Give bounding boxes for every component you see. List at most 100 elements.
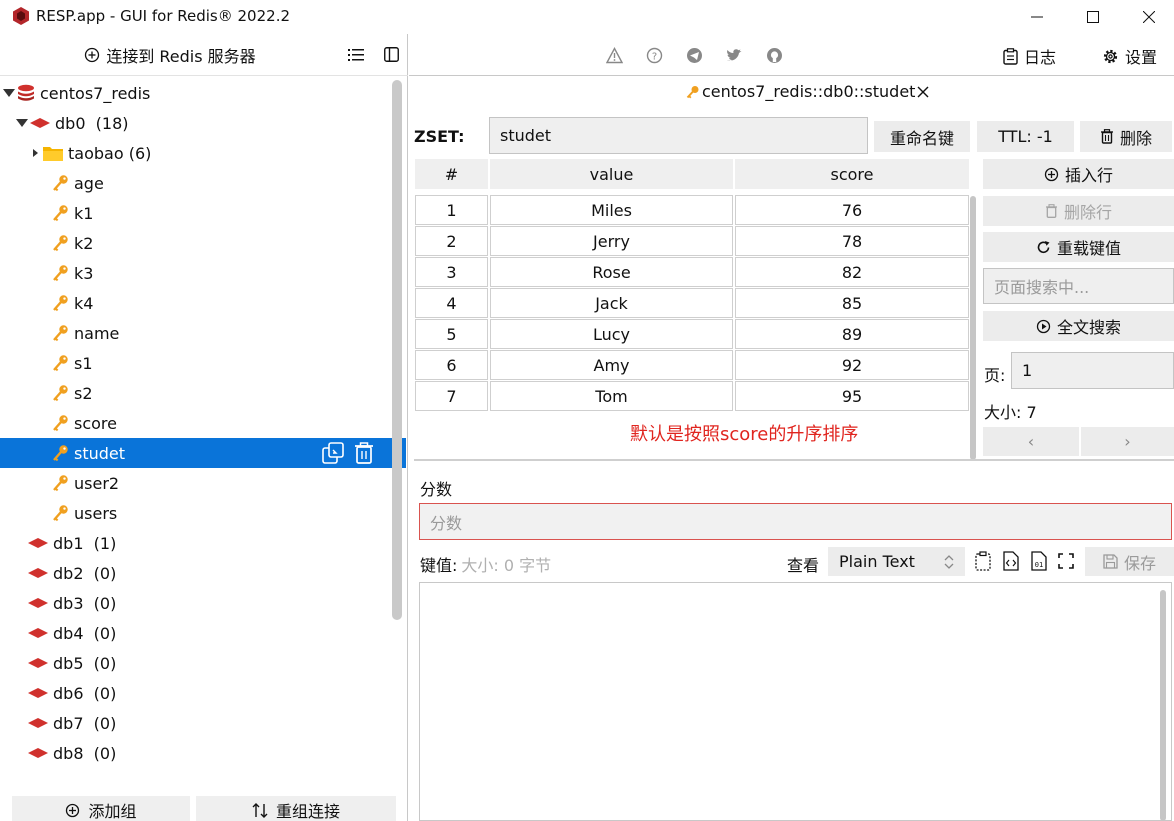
connect-redis-label: 连接到 Redis 服务器 bbox=[106, 47, 256, 66]
main-toolbar: ? 日志 设置 bbox=[409, 34, 1174, 76]
reload-key-button[interactable]: 重载键值 bbox=[983, 232, 1174, 262]
fulltext-search-button[interactable]: 全文搜索 bbox=[983, 311, 1174, 341]
key-icon bbox=[52, 474, 70, 492]
binary-file-icon[interactable]: 01 bbox=[1031, 551, 1047, 571]
tree-db-item[interactable]: db4 (0) bbox=[0, 618, 406, 648]
page-number-input[interactable]: 1 bbox=[1011, 352, 1174, 389]
ttl-button[interactable]: TTL: -1 bbox=[977, 121, 1074, 152]
tree-key-item[interactable]: k1 bbox=[0, 198, 406, 228]
help-icon[interactable]: ? bbox=[646, 47, 663, 64]
key-tab[interactable]: centos7_redis::db0::studet bbox=[686, 82, 929, 101]
tree-key-item[interactable]: users bbox=[0, 498, 406, 528]
close-window-button[interactable] bbox=[1126, 0, 1172, 34]
collapse-arrow-icon[interactable] bbox=[2, 88, 16, 98]
collapse-arrow-icon[interactable] bbox=[15, 118, 29, 128]
warning-icon[interactable] bbox=[606, 47, 623, 64]
tree-key-item[interactable]: k4 bbox=[0, 288, 406, 318]
connections-toolbar: 连接到 Redis 服务器 bbox=[0, 34, 408, 76]
expand-arrow-icon[interactable] bbox=[28, 148, 42, 158]
tree-key-item[interactable]: name bbox=[0, 318, 406, 348]
tree-key-item[interactable]: age bbox=[0, 168, 406, 198]
add-group-label: 添加组 bbox=[88, 802, 137, 821]
code-file-icon[interactable] bbox=[1003, 551, 1019, 571]
key-icon bbox=[52, 174, 70, 192]
tree-key-item[interactable]: s2 bbox=[0, 378, 406, 408]
key-name-value: studet bbox=[500, 126, 552, 145]
tree-key-item[interactable]: user2 bbox=[0, 468, 406, 498]
tree-item-label: score bbox=[74, 413, 117, 433]
table-scrollbar[interactable] bbox=[970, 196, 976, 460]
prev-page-button[interactable]: ‹ bbox=[983, 427, 1079, 456]
key-name-input[interactable]: studet bbox=[489, 117, 868, 154]
tree-item-label: centos7_redis bbox=[40, 83, 151, 103]
rename-key-button[interactable]: 重命名键 bbox=[874, 121, 970, 152]
tree-item-label: name bbox=[74, 323, 120, 343]
tree-item-label: db0 (18) bbox=[55, 113, 129, 133]
tree-key-item[interactable]: k3 bbox=[0, 258, 406, 288]
window-title: RESP.app - GUI for Redis® 2022.2 bbox=[36, 7, 291, 25]
connect-redis-button[interactable]: 连接到 Redis 服务器 bbox=[0, 34, 340, 76]
trash-icon[interactable] bbox=[354, 442, 374, 464]
add-group-button[interactable]: 添加组 bbox=[12, 796, 190, 821]
tree-item-label: k3 bbox=[74, 263, 94, 283]
column-header[interactable]: score bbox=[735, 159, 969, 189]
tree-db-item[interactable]: db3 (0) bbox=[0, 588, 406, 618]
tree-key-item[interactable]: k2 bbox=[0, 228, 406, 258]
tree-db-item[interactable]: db8 (0) bbox=[0, 738, 406, 768]
copy-to-clipboard-icon[interactable] bbox=[975, 551, 993, 571]
key-icon bbox=[52, 444, 70, 462]
value-editor[interactable] bbox=[419, 582, 1172, 821]
telegram-icon[interactable] bbox=[686, 47, 703, 64]
save-disk-icon bbox=[1103, 554, 1118, 569]
tree-item-label: db6 (0) bbox=[53, 683, 117, 703]
tree-key-item[interactable]: s1 bbox=[0, 348, 406, 378]
key-icon bbox=[52, 384, 70, 402]
settings-button[interactable]: 设置 bbox=[1102, 44, 1157, 68]
page-search-input[interactable]: 页面搜索中... bbox=[983, 268, 1174, 304]
view-mode-select[interactable]: Plain Text bbox=[828, 547, 965, 576]
insert-row-button[interactable]: 插入行 bbox=[983, 159, 1174, 189]
tree-item-label: k1 bbox=[74, 203, 94, 223]
twitter-icon[interactable] bbox=[726, 47, 743, 64]
fullscreen-icon[interactable] bbox=[1058, 553, 1074, 569]
tree-server-item[interactable]: centos7_redis bbox=[0, 78, 406, 108]
splitter[interactable] bbox=[414, 459, 1174, 461]
key-icon bbox=[686, 85, 700, 99]
score-input[interactable]: 分数 bbox=[419, 503, 1172, 540]
maximize-button[interactable] bbox=[1070, 0, 1116, 34]
tree-db-item[interactable]: db5 (0) bbox=[0, 648, 406, 678]
tree-db-item[interactable]: db1 (1) bbox=[0, 528, 406, 558]
tree-db-item[interactable]: db0 (18) bbox=[0, 108, 406, 138]
tree-db-item[interactable]: db2 (0) bbox=[0, 558, 406, 588]
github-icon[interactable] bbox=[766, 47, 783, 64]
column-header[interactable]: # bbox=[415, 159, 488, 189]
panel-toggle-icon[interactable] bbox=[384, 47, 399, 62]
close-tab-icon[interactable] bbox=[917, 86, 929, 98]
redis-server-icon bbox=[16, 84, 36, 102]
next-page-button[interactable]: › bbox=[1081, 427, 1174, 456]
view-label: 查看 bbox=[787, 556, 820, 575]
tree-item-label: db7 (0) bbox=[53, 713, 117, 733]
column-header[interactable]: value bbox=[490, 159, 733, 189]
tree-db-item[interactable]: db6 (0) bbox=[0, 678, 406, 708]
clipboard-log-icon bbox=[1003, 47, 1018, 65]
list-view-icon[interactable] bbox=[348, 48, 364, 62]
minimize-button[interactable] bbox=[1014, 0, 1060, 34]
tree-scrollbar[interactable] bbox=[392, 80, 402, 620]
svg-text:?: ? bbox=[652, 52, 657, 63]
save-value-button[interactable]: 保存 bbox=[1085, 547, 1174, 576]
copy-key-icon[interactable] bbox=[322, 442, 344, 464]
tree-key-item[interactable]: score bbox=[0, 408, 406, 438]
delete-key-button[interactable]: 删除 bbox=[1080, 121, 1172, 152]
editor-scrollbar[interactable] bbox=[1160, 590, 1166, 821]
tree-item-label: db1 (1) bbox=[53, 533, 117, 553]
tree-key-item[interactable]: studet bbox=[0, 438, 406, 468]
tree-item-label: studet bbox=[74, 443, 126, 463]
key-icon bbox=[52, 234, 70, 252]
log-button[interactable]: 日志 bbox=[1003, 44, 1056, 68]
delete-row-button[interactable]: 删除行 bbox=[983, 196, 1174, 226]
regroup-connections-button[interactable]: 重组连接 bbox=[196, 796, 396, 821]
delete-key-label: 删除 bbox=[1119, 128, 1152, 148]
tree-db-item[interactable]: db7 (0) bbox=[0, 708, 406, 738]
tree-folder-item[interactable]: taobao (6) bbox=[0, 138, 406, 168]
